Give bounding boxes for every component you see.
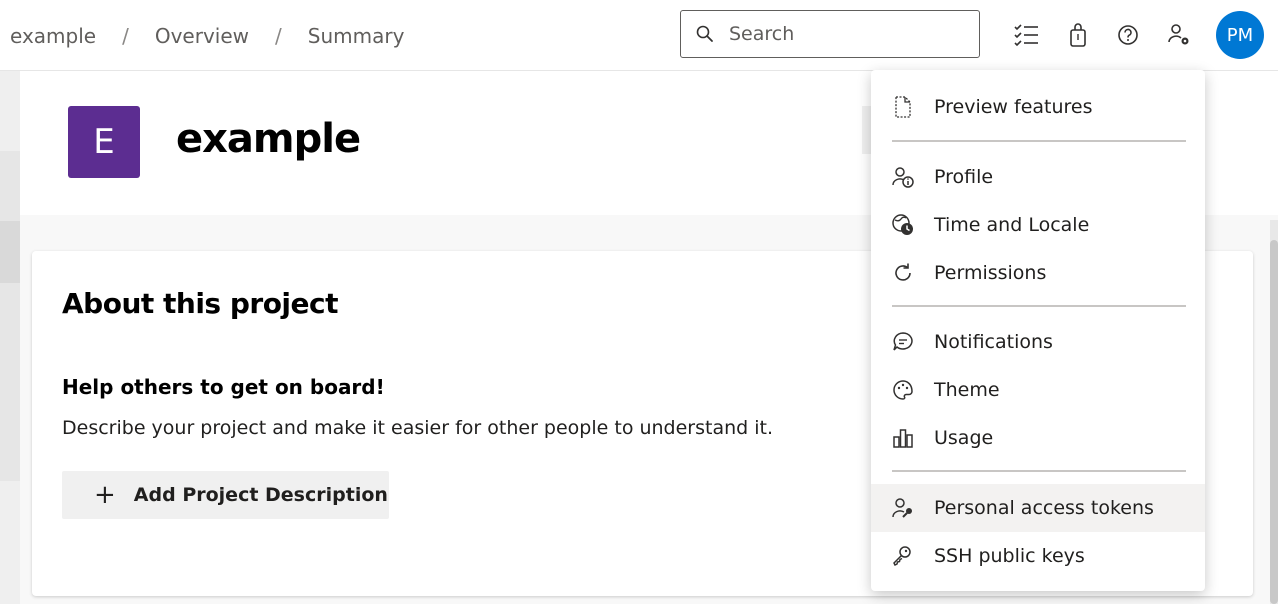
user-settings-icon[interactable] [1163, 19, 1195, 51]
profile-icon [891, 165, 915, 189]
about-description: Describe your project and make it easier… [62, 417, 774, 439]
menu-item-ssh-public-keys[interactable]: SSH public keys [871, 532, 1205, 580]
add-project-description-button[interactable]: + Add Project Description [62, 471, 389, 519]
menu-item-permissions[interactable]: Permissions [871, 249, 1205, 297]
menu-item-theme[interactable]: Theme [871, 366, 1205, 414]
search-box[interactable] [680, 10, 980, 58]
plus-icon: + [94, 480, 116, 510]
help-icon[interactable] [1112, 19, 1144, 51]
breadcrumb-separator: / [275, 24, 282, 48]
menu-divider [892, 305, 1186, 307]
breadcrumb-item-summary[interactable]: Summary [308, 24, 405, 48]
project-title: example [176, 116, 361, 162]
menu-item-profile[interactable]: Profile [871, 153, 1205, 201]
breadcrumb-item-organization[interactable]: example [10, 24, 96, 48]
menu-divider [892, 470, 1186, 472]
avatar[interactable]: PM [1216, 11, 1264, 59]
globe-clock-icon [891, 213, 915, 237]
breadcrumb-item-overview[interactable]: Overview [155, 24, 249, 48]
chat-bubble-icon [891, 330, 915, 354]
menu-divider [892, 140, 1186, 142]
document-icon [891, 95, 915, 119]
menu-item-time-and-locale[interactable]: Time and Locale [871, 201, 1205, 249]
refresh-icon [891, 261, 915, 285]
key-icon [891, 544, 915, 568]
search-input[interactable] [729, 23, 959, 45]
task-list-icon[interactable] [1010, 19, 1042, 51]
menu-item-notifications[interactable]: Notifications [871, 318, 1205, 366]
scrollbar-thumb[interactable] [1270, 240, 1278, 604]
page-scrollbar[interactable] [1270, 220, 1278, 604]
about-title: About this project [62, 287, 339, 320]
palette-icon [891, 378, 915, 402]
breadcrumb-separator: / [122, 24, 129, 48]
shopping-bag-icon[interactable] [1062, 19, 1094, 51]
left-navigation-rail [0, 71, 20, 604]
add-project-description-label: Add Project Description [133, 484, 388, 506]
menu-item-personal-access-tokens[interactable]: Personal access tokens [871, 484, 1205, 532]
top-bar: example / Overview / Summary Search PM [0, 0, 1278, 71]
breadcrumb: example / Overview / Summary [10, 22, 404, 50]
user-settings-menu: Preview features Profile Time and Locale [871, 70, 1205, 591]
project-logo: E [68, 106, 140, 178]
nav-rail-selected-item[interactable] [0, 221, 20, 283]
menu-item-usage[interactable]: Usage [871, 414, 1205, 462]
about-subtitle: Help others to get on board! [62, 375, 385, 399]
nav-rail-section [0, 151, 20, 481]
menu-item-preview-features[interactable]: Preview features [871, 83, 1205, 131]
bar-chart-icon [891, 426, 915, 450]
search-icon [696, 25, 713, 42]
person-key-icon [891, 496, 915, 520]
